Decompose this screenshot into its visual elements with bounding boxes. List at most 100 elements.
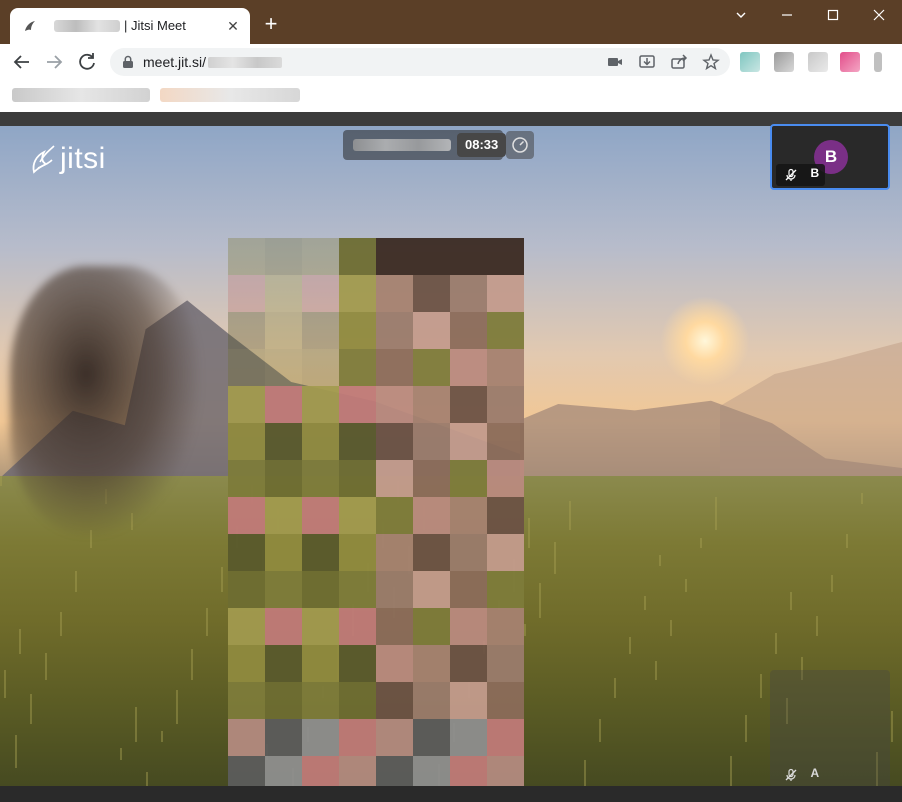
pixel-block xyxy=(487,534,524,571)
grass-stroke xyxy=(644,596,646,610)
pixel-block xyxy=(376,534,413,571)
pixel-block xyxy=(339,571,376,608)
close-window-button[interactable] xyxy=(856,0,902,32)
participant-tile-a[interactable]: A xyxy=(770,670,890,788)
bookmark-star-icon[interactable] xyxy=(702,53,720,71)
pixel-block xyxy=(413,386,450,423)
pixel-block xyxy=(413,608,450,645)
pixel-block xyxy=(302,386,339,423)
maximize-icon xyxy=(827,9,839,21)
pixel-block xyxy=(302,349,339,386)
back-arrow-icon[interactable] xyxy=(10,50,34,74)
pixel-block xyxy=(302,645,339,682)
pixel-block xyxy=(376,460,413,497)
grass-stroke xyxy=(614,678,616,698)
pixelated-participant-video xyxy=(228,238,524,798)
grass-stroke xyxy=(760,674,762,698)
grass-stroke xyxy=(891,711,893,742)
grass-stroke xyxy=(135,707,137,742)
grass-stroke xyxy=(45,653,47,680)
share-icon[interactable] xyxy=(670,53,688,71)
lock-icon[interactable] xyxy=(122,55,134,69)
grass-stroke xyxy=(730,756,732,786)
bookmark-item-redacted[interactable] xyxy=(12,88,150,102)
grass-stroke xyxy=(539,583,541,618)
pixel-block xyxy=(228,645,265,682)
pixel-block xyxy=(339,349,376,386)
reload-icon[interactable] xyxy=(75,50,99,74)
more-menu-icon[interactable] xyxy=(874,52,882,72)
microphone-muted-icon xyxy=(785,768,797,781)
grass-stroke xyxy=(60,612,62,636)
forward-arrow-icon[interactable] xyxy=(42,50,66,74)
grass-stroke xyxy=(161,731,163,742)
browser-toolbar: meet.jit.si/ xyxy=(0,44,902,80)
tab-close-button[interactable]: ✕ xyxy=(224,17,242,35)
grass-stroke xyxy=(831,575,833,592)
tab-search-button[interactable] xyxy=(718,0,764,32)
address-bar[interactable]: meet.jit.si/ xyxy=(110,48,730,76)
grass-stroke xyxy=(655,661,657,680)
pixel-block xyxy=(265,460,302,497)
grass-stroke xyxy=(191,649,193,680)
pixel-block xyxy=(450,497,487,534)
extensions-area xyxy=(738,52,888,74)
pixel-block xyxy=(339,275,376,312)
pixel-block xyxy=(228,608,265,645)
pixel-block xyxy=(487,460,524,497)
pixel-block xyxy=(487,608,524,645)
extension-icon[interactable] xyxy=(740,52,760,72)
pixel-block xyxy=(339,423,376,460)
pixel-block xyxy=(339,682,376,719)
pixel-block xyxy=(228,386,265,423)
extension-icon[interactable] xyxy=(774,52,794,72)
grass-stroke xyxy=(629,637,631,654)
pixel-block xyxy=(265,312,302,349)
pixel-block xyxy=(450,682,487,719)
pixel-block xyxy=(450,312,487,349)
pixel-block xyxy=(265,682,302,719)
pixel-block xyxy=(228,312,265,349)
pixel-block xyxy=(450,608,487,645)
grass-stroke xyxy=(4,670,6,698)
url-text: meet.jit.si/ xyxy=(143,54,207,70)
pixel-block xyxy=(302,497,339,534)
maximize-button[interactable] xyxy=(810,0,856,32)
pixel-block xyxy=(339,386,376,423)
pixel-block xyxy=(413,423,450,460)
extension-icon[interactable] xyxy=(808,52,828,72)
pixel-block xyxy=(228,275,265,312)
grass-stroke xyxy=(146,772,148,786)
url-path-redacted xyxy=(208,57,282,68)
pixel-block xyxy=(265,571,302,608)
grass-stroke xyxy=(30,694,32,724)
pixel-block xyxy=(265,497,302,534)
pixel-block xyxy=(450,275,487,312)
pixel-block xyxy=(487,645,524,682)
new-tab-button[interactable]: + xyxy=(258,12,284,38)
pixel-block xyxy=(450,719,487,756)
bookmarks-bar xyxy=(0,80,902,113)
grass-stroke xyxy=(861,493,863,504)
grass-stroke xyxy=(670,620,672,636)
pixel-block xyxy=(450,645,487,682)
participant-name-bar: B xyxy=(776,164,826,186)
pixel-block xyxy=(450,534,487,571)
pixel-block xyxy=(302,275,339,312)
grass-stroke xyxy=(0,476,2,486)
extension-icon[interactable] xyxy=(840,52,860,72)
pixel-block xyxy=(376,312,413,349)
pixel-block xyxy=(265,645,302,682)
install-app-icon[interactable] xyxy=(638,53,656,71)
minimize-button[interactable] xyxy=(764,0,810,32)
pixel-block xyxy=(376,423,413,460)
connection-indicator-button[interactable] xyxy=(506,131,534,159)
participant-tile-b[interactable]: B B xyxy=(770,124,890,190)
camera-icon[interactable] xyxy=(606,53,624,71)
pixel-block xyxy=(228,423,265,460)
grass-stroke xyxy=(745,715,747,742)
participant-name: A xyxy=(810,765,820,780)
tab-jitsi-meet[interactable]: | Jitsi Meet ✕ xyxy=(10,8,250,44)
bookmark-item-redacted[interactable] xyxy=(160,88,300,102)
grass-stroke xyxy=(75,571,77,592)
